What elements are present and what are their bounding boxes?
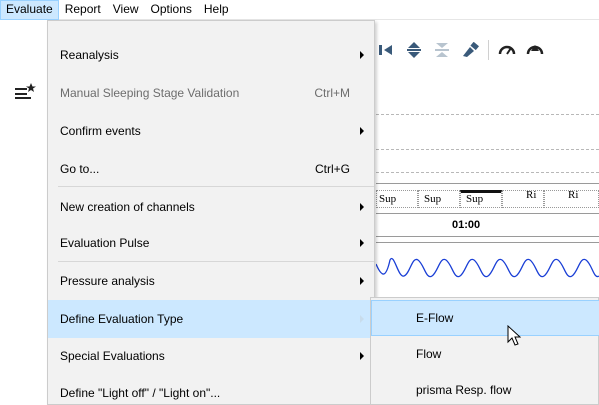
menu-item-evaluation-pulse[interactable]: Evaluation Pulse [48, 224, 374, 262]
gauge-up-icon[interactable] [521, 40, 549, 60]
menu-item-label: Manual Sleeping Stage Validation [60, 86, 240, 100]
submenu-arrow-icon [360, 315, 364, 323]
toolbar-separator [488, 40, 489, 60]
evaluation-type-submenu: E-Flow Flow prisma Resp. flow [370, 297, 599, 405]
menu-item-label: Special Evaluations [60, 349, 165, 363]
menu-item-pressure-analysis[interactable]: Pressure analysis [48, 262, 374, 300]
submenu-item-label: Flow [416, 347, 442, 361]
trace-line [376, 172, 599, 173]
divider [376, 213, 599, 214]
submenu-arrow-icon [360, 352, 364, 360]
trace-line [376, 149, 599, 150]
menu-item-manual-sleeping-stage-validation[interactable]: Manual Sleeping Stage Validation Ctrl+M [48, 74, 374, 112]
stage-label: Ri [568, 189, 579, 201]
menu-item-shortcut: Ctrl+G [314, 162, 350, 176]
sleep-stage-row: Sup Sup Sup Ri Ri [376, 189, 599, 208]
menu-item-confirm-events[interactable]: Confirm events [48, 112, 374, 150]
submenu-arrow-icon [360, 277, 364, 285]
submenu-arrow-icon [360, 239, 364, 247]
menu-item-new-creation-of-channels[interactable]: New creation of channels [48, 188, 374, 226]
menu-item-define-light-off-on[interactable]: Define "Light off" / "Light on"... [48, 374, 374, 405]
menu-item-define-evaluation-type[interactable]: Define Evaluation Type [48, 300, 374, 338]
tool-icon[interactable] [456, 40, 484, 60]
menu-bar: Evaluate Report View Options Help [0, 0, 599, 20]
menu-help[interactable]: Help [198, 0, 235, 20]
menu-item-label: Evaluation Pulse [60, 236, 150, 250]
edit-stage-icon[interactable] [14, 83, 36, 99]
menu-item-label: Define Evaluation Type [60, 312, 184, 326]
divider [376, 183, 599, 184]
menu-options[interactable]: Options [145, 0, 198, 20]
compress-vertical-icon[interactable] [428, 40, 456, 60]
menu-item-special-evaluations[interactable]: Special Evaluations [48, 337, 374, 375]
menu-item-reanalysis[interactable]: Reanalysis [48, 36, 374, 74]
toolbar [372, 40, 549, 60]
stage-label: Sup [424, 193, 442, 205]
menu-item-label: Pressure analysis [60, 274, 155, 288]
submenu-item-e-flow[interactable]: E-Flow [371, 300, 599, 336]
mouse-pointer-icon [507, 325, 521, 346]
evaluate-dropdown-menu: Reanalysis Manual Sleeping Stage Validat… [47, 20, 375, 405]
submenu-arrow-icon [360, 127, 364, 135]
menu-report[interactable]: Report [59, 0, 107, 20]
submenu-item-prisma-resp-flow[interactable]: prisma Resp. flow [371, 372, 599, 405]
stage-label: Ri [526, 189, 537, 201]
stage-label: Sup [466, 193, 484, 205]
menu-view[interactable]: View [107, 0, 145, 20]
submenu-arrow-icon [360, 51, 364, 59]
menu-item-label: Go to... [60, 162, 100, 176]
menu-evaluate[interactable]: Evaluate [0, 0, 59, 20]
submenu-arrow-icon [360, 203, 364, 211]
trace-line [376, 114, 599, 115]
menu-item-go-to[interactable]: Go to... Ctrl+G [48, 150, 374, 188]
expand-vertical-icon[interactable] [400, 40, 428, 60]
submenu-item-label: E-Flow [416, 311, 454, 325]
menu-item-label: Confirm events [60, 124, 141, 138]
flow-waveform [376, 257, 599, 278]
menu-separator [58, 186, 374, 187]
divider [376, 242, 599, 243]
menu-item-label: Reanalysis [60, 48, 119, 62]
submenu-item-label: prisma Resp. flow [416, 383, 512, 397]
stage-segment [502, 190, 544, 208]
gauge-icon[interactable] [493, 40, 521, 60]
menu-item-label: Define "Light off" / "Light on"... [60, 386, 221, 400]
divider [376, 236, 599, 237]
menu-item-shortcut: Ctrl+M [314, 86, 350, 100]
submenu-item-flow[interactable]: Flow [371, 336, 599, 372]
stage-label: Sup [379, 193, 397, 205]
menu-item-label: New creation of channels [60, 200, 195, 214]
previous-marker-icon[interactable] [372, 40, 400, 60]
time-label: 01:00 [452, 219, 481, 231]
